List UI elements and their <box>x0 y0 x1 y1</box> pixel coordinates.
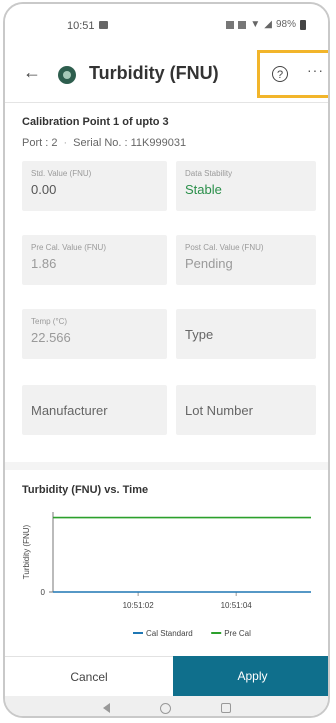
nfc-icon <box>226 20 235 29</box>
highlight-box <box>257 50 328 98</box>
serial-label: Serial No. : 11K999031 <box>73 137 187 149</box>
nav-recents-icon[interactable] <box>220 703 231 713</box>
x-tick-label: 10:51:04 <box>221 601 253 610</box>
action-bar: Cancel Apply <box>5 656 328 696</box>
message-icon <box>99 21 108 29</box>
section-divider <box>5 462 328 470</box>
pre-cal-value: 1.86 <box>31 256 57 271</box>
nav-back-icon[interactable] <box>102 703 110 713</box>
manufacturer-placeholder: Manufacturer <box>31 402 108 418</box>
system-nav-bar <box>5 696 328 716</box>
post-cal-value: Pending <box>185 256 233 271</box>
pre-cal-label: Pre Cal. Value (FNU) <box>31 243 106 252</box>
legend-label-2: Pre Cal <box>224 629 251 638</box>
temp-field: Temp (°C) 22.566 <box>22 309 167 359</box>
y-axis-label: Turbidity (FNU) <box>22 524 31 579</box>
divider <box>5 102 328 103</box>
page-title: Turbidity (FNU) <box>89 63 219 83</box>
manufacturer-field[interactable]: Manufacturer <box>22 385 167 435</box>
std-value-field[interactable]: Std. Value (FNU) 0.00 <box>22 161 167 211</box>
post-cal-label: Post Cal. Value (FNU) <box>185 243 264 252</box>
battery-icon <box>300 19 306 30</box>
back-arrow-icon[interactable]: ← <box>23 62 41 83</box>
turbidity-chart: Turbidity (FNU) 0 10:51:02 10:51:04 Cal Stan… <box>22 512 311 638</box>
temp-value: 22.566 <box>31 330 71 345</box>
data-stability-value: Stable <box>185 182 222 197</box>
data-stability-field: Data Stability Stable <box>176 161 316 211</box>
y-tick-label: 0 <box>41 588 46 597</box>
lot-number-field[interactable]: Lot Number <box>176 385 316 435</box>
wifi-icon: ▼ <box>250 19 261 30</box>
battery-percent: 98% <box>275 19 296 30</box>
data-stability-label: Data Stability <box>185 169 233 178</box>
std-value-value: 0.00 <box>31 182 57 197</box>
signal-icon: ◢ <box>264 19 272 30</box>
status-icons: ▼ ◢ 98% <box>226 19 306 30</box>
vibrate-icon <box>238 20 247 29</box>
phone-frame: 10:51 ▼ ◢ 98% ← Turbidity (FNU) ? ··· Ca… <box>3 2 330 718</box>
type-field[interactable]: Type <box>176 309 316 359</box>
std-value-label: Std. Value (FNU) <box>31 169 92 178</box>
port-label: Port : 2 <box>22 137 58 149</box>
status-bar: 10:51 ▼ ◢ 98% <box>5 4 328 44</box>
temp-label: Temp (°C) <box>31 317 68 326</box>
post-cal-field: Post Cal. Value (FNU) Pending <box>176 235 316 285</box>
status-time: 10:51 <box>67 20 95 32</box>
type-placeholder: Type <box>185 326 214 342</box>
pre-cal-field: Pre Cal. Value (FNU) 1.86 <box>22 235 167 285</box>
nav-home-icon[interactable] <box>159 702 171 714</box>
apply-button[interactable]: Apply <box>173 656 328 696</box>
calibration-title: Calibration Point 1 of upto 3 <box>22 116 169 128</box>
lot-number-placeholder: Lot Number <box>185 402 253 418</box>
x-tick-label: 10:51:02 <box>123 601 155 610</box>
cancel-button[interactable]: Cancel <box>5 656 173 696</box>
legend-label-1: Cal Standard <box>146 629 193 638</box>
chart-title: Turbidity (FNU) vs. Time <box>22 484 149 496</box>
port-serial-line: Port : 2 · Serial No. : 11K999031 <box>22 137 187 149</box>
sensor-icon <box>58 66 76 84</box>
